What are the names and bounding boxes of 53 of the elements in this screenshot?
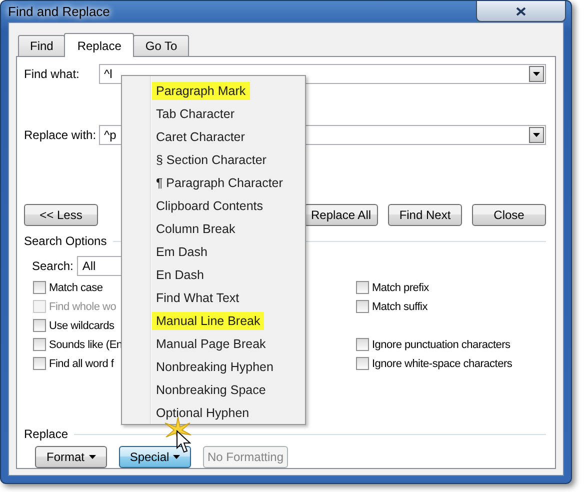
- menu-item[interactable]: Caret Character: [152, 128, 249, 146]
- dropdown-button[interactable]: [529, 66, 544, 82]
- section-heading: Search Options: [24, 234, 107, 248]
- menu-item[interactable]: Optional Hyphen: [152, 404, 254, 422]
- menu-item[interactable]: Tab Character: [152, 105, 239, 124]
- menu-item[interactable]: Column Break: [152, 220, 240, 238]
- section-heading: Replace: [24, 427, 68, 441]
- checkbox[interactable]: [356, 300, 369, 313]
- checkbox-label: Match suffix: [372, 300, 428, 312]
- close-icon: [516, 6, 526, 16]
- menu-item[interactable]: Nonbreaking Space: [152, 380, 270, 399]
- menu-item[interactable]: Nonbreaking Hyphen: [152, 358, 278, 376]
- menu-item[interactable]: ¶ Paragraph Character: [152, 174, 287, 192]
- checkbox-label: Use wildcards: [49, 320, 114, 332]
- checkbox-label: Find all word f: [49, 358, 114, 370]
- field-label: Find what:: [24, 67, 80, 81]
- menu-item[interactable]: En Dash: [152, 266, 208, 284]
- tab[interactable]: Replace: [64, 33, 134, 57]
- dialog-button[interactable]: Close: [472, 204, 546, 226]
- menu-item[interactable]: Paragraph Mark: [152, 82, 250, 100]
- dropdown-button[interactable]: [529, 127, 544, 143]
- checkbox[interactable]: [33, 338, 46, 351]
- checkbox-label: Ignore white-space characters: [372, 358, 512, 370]
- checkbox-label: Ignore punctuation characters: [372, 338, 510, 350]
- caret-icon: [533, 133, 540, 137]
- checkbox[interactable]: [33, 319, 46, 332]
- menu-item[interactable]: Manual Line Break: [152, 312, 264, 330]
- dialog-button[interactable]: Replace All: [304, 204, 378, 226]
- checkbox[interactable]: [356, 338, 369, 351]
- checkbox[interactable]: [33, 357, 46, 370]
- checkbox[interactable]: [33, 281, 46, 294]
- dialog-button[interactable]: Find Next: [388, 204, 462, 226]
- field-label: Replace with:: [24, 128, 98, 142]
- menu-item[interactable]: § Section Character: [152, 151, 270, 170]
- checkbox[interactable]: [356, 281, 369, 294]
- menu-item[interactable]: Em Dash: [152, 243, 212, 262]
- less-button[interactable]: << Less: [24, 204, 98, 226]
- window-title: Find and Replace: [8, 4, 110, 19]
- search-label: Search:: [32, 259, 74, 273]
- menu-item[interactable]: Find What Text: [152, 288, 244, 307]
- format-button[interactable]: Special: [119, 446, 191, 468]
- checkbox-label: Match case: [49, 282, 103, 294]
- close-button[interactable]: [476, 1, 566, 22]
- tab[interactable]: Go To: [133, 35, 190, 56]
- menu-item[interactable]: Manual Page Break: [152, 334, 270, 353]
- menu-item[interactable]: Clipboard Contents: [152, 197, 268, 216]
- tab[interactable]: Find: [18, 35, 66, 56]
- cursor-icon: [176, 430, 191, 453]
- format-button[interactable]: Format: [35, 446, 107, 468]
- checkbox-label: Find whole wo: [49, 300, 116, 312]
- checkbox[interactable]: [356, 357, 369, 370]
- caret-icon: [533, 72, 540, 76]
- checkbox-label: Match prefix: [372, 282, 429, 294]
